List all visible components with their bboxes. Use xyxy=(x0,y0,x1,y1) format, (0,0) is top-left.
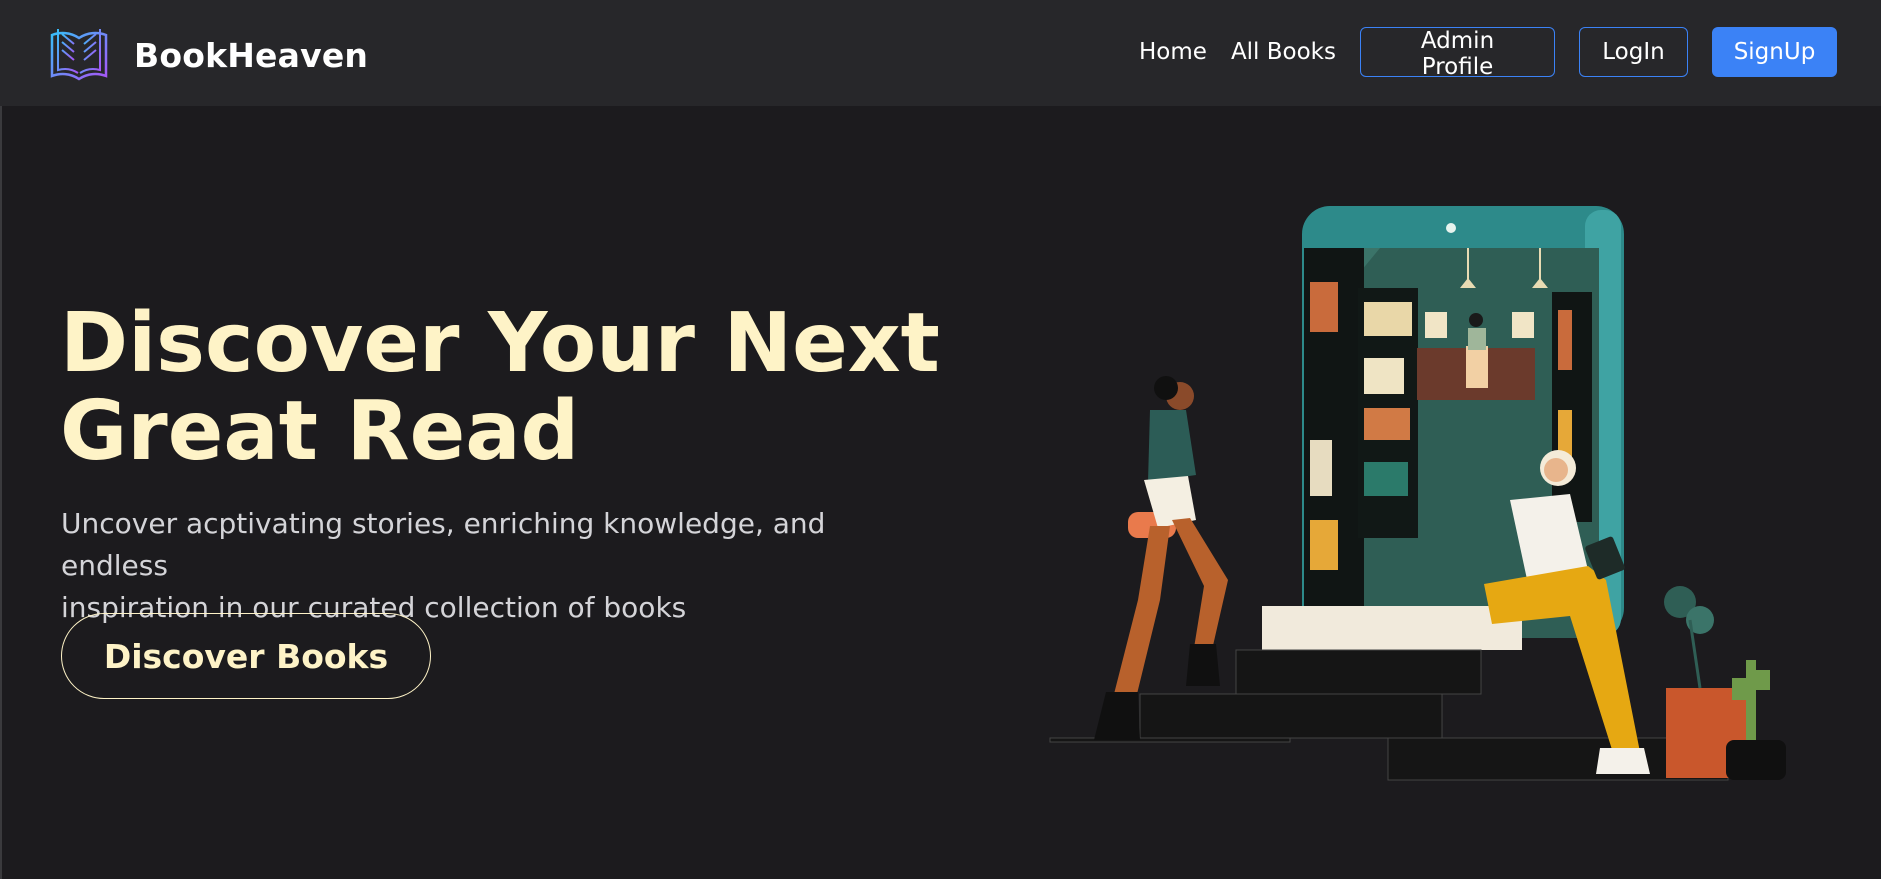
navbar: BookHeaven Home All Books Admin Profile … xyxy=(0,0,1881,106)
open-book-icon xyxy=(48,24,110,86)
hero-subtitle-line-1: Uncover acptivating stories, enriching k… xyxy=(61,507,826,582)
nav-home-link[interactable]: Home xyxy=(1139,39,1207,65)
login-button[interactable]: LogIn xyxy=(1579,27,1688,77)
page-left-border xyxy=(0,106,2,879)
hero-title: Discover Your Next Great Read xyxy=(60,300,960,476)
discover-books-button[interactable]: Discover Books xyxy=(61,613,431,699)
nav-links: Home All Books Admin Profile LogIn SignU… xyxy=(1139,27,1837,80)
nav-all-books-link[interactable]: All Books xyxy=(1231,39,1336,65)
hero-subtitle: Uncover acptivating stories, enriching k… xyxy=(61,503,931,629)
hero-title-line-2: Great Read xyxy=(60,384,580,479)
signup-button[interactable]: SignUp xyxy=(1712,27,1837,77)
hero-title-line-1: Discover Your Next xyxy=(60,296,940,391)
hero-illustration xyxy=(1040,200,1810,800)
brand[interactable]: BookHeaven xyxy=(48,24,368,86)
admin-profile-button[interactable]: Admin Profile xyxy=(1360,27,1555,80)
brand-name: BookHeaven xyxy=(134,35,369,75)
